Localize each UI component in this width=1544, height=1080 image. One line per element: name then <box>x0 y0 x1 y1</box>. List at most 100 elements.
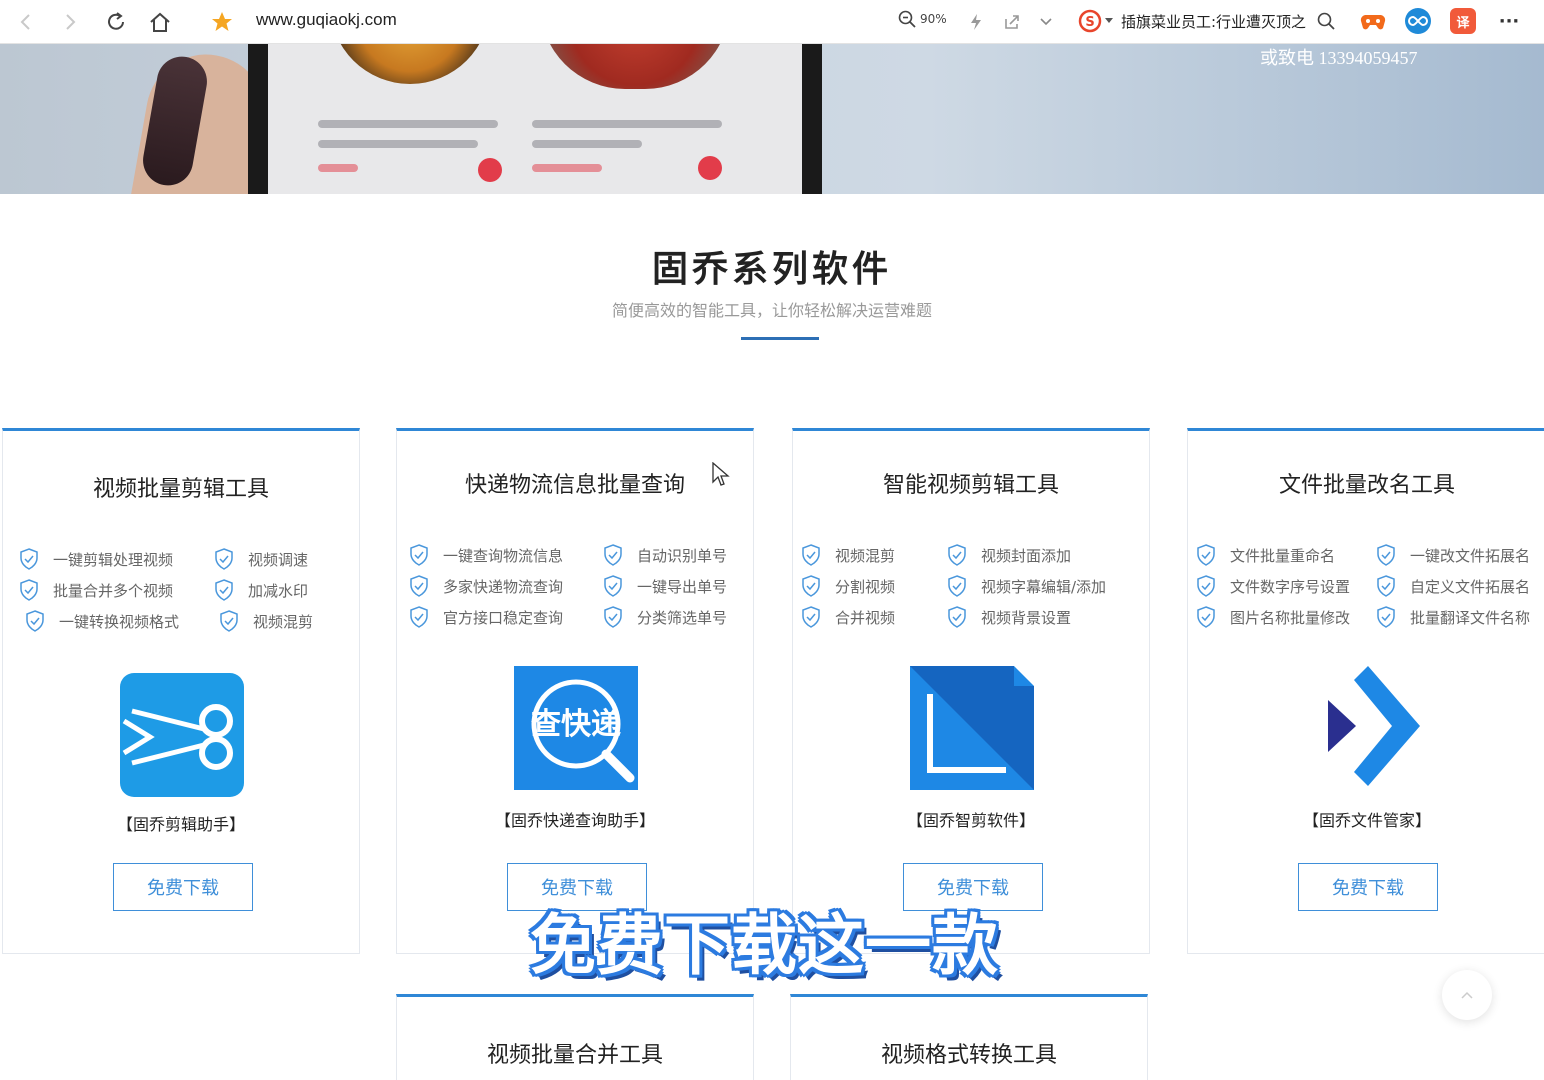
card-title: 视频批量合并工具 <box>486 1043 663 1068</box>
shield-check-icon <box>948 606 966 628</box>
search-icon[interactable] <box>1317 12 1335 30</box>
product-card-express-query: 快递物流信息批量查询 一键查询物流信息 多家快递物流查询 官方接口稳定查询 自动… <box>396 428 754 954</box>
feature-item: 一键剪辑处理视频 <box>19 548 173 570</box>
feature-item: 多家快递物流查询 <box>409 575 563 597</box>
chevron-up-icon <box>1461 991 1473 999</box>
forward-icon[interactable] <box>56 8 84 36</box>
address-bar[interactable]: www.guqiaokj.com <box>256 10 397 30</box>
infinity-extension-icon[interactable] <box>1405 8 1431 34</box>
section-title: 固乔系列软件 <box>651 249 892 290</box>
more-menu-icon[interactable]: ··· <box>1496 8 1522 34</box>
feature-item: 视频字幕编辑/添加 <box>947 575 1106 597</box>
home-icon[interactable] <box>146 8 174 36</box>
feature-item: 自动识别单号 <box>603 544 727 566</box>
feature-item: 自定义文件拓展名 <box>1376 575 1530 597</box>
shield-check-icon <box>1197 544 1215 566</box>
game-controller-icon[interactable] <box>1360 8 1386 34</box>
scissors-app-logo-icon <box>120 673 244 797</box>
feature-item: 分类筛选单号 <box>603 606 727 628</box>
shield-check-icon <box>604 606 622 628</box>
feature-item: 文件批量重命名 <box>1196 544 1335 566</box>
chevron-down-icon[interactable] <box>1032 8 1060 36</box>
feature-item: 图片名称批量修改 <box>1196 606 1350 628</box>
shield-check-icon <box>410 575 428 597</box>
feature-item: 批量合并多个视频 <box>19 579 173 601</box>
hero-banner: 或致电 13394059457 <box>0 44 1544 194</box>
shield-check-icon <box>604 544 622 566</box>
card-title: 视频批量剪辑工具 <box>92 477 269 502</box>
mouse-cursor-icon <box>712 461 730 492</box>
feature-item: 批量翻译文件名称 <box>1376 606 1530 628</box>
feature-item: 一键查询物流信息 <box>409 544 563 566</box>
shield-check-icon <box>604 575 622 597</box>
shield-check-icon <box>220 610 238 632</box>
shield-check-icon <box>948 544 966 566</box>
blurred-text <box>532 120 722 128</box>
product-card-video-batch-edit: 视频批量剪辑工具 一键剪辑处理视频 批量合并多个视频 一键转换视频格式 视频调速… <box>2 428 360 954</box>
browser-toolbar: www.guqiaokj.com 90% S 插旗菜业员工:行业遭灭顶之 译 ·… <box>0 0 1544 44</box>
svg-text:S: S <box>1085 15 1094 30</box>
shield-check-icon <box>1377 606 1395 628</box>
product-caption: 【固乔智剪软件】 <box>906 811 1035 830</box>
feature-item: 一键改文件拓展名 <box>1376 544 1530 566</box>
sogou-logo-icon: S <box>1078 9 1102 33</box>
file-manager-app-logo-icon <box>1306 666 1430 790</box>
download-button[interactable]: 免费下载 <box>1298 863 1438 911</box>
dropdown-arrow-icon <box>1105 18 1113 23</box>
back-icon[interactable] <box>12 8 40 36</box>
product-card-smart-video-edit: 智能视频剪辑工具 视频混剪 分割视频 合并视频 视频封面添加 视频字幕编辑/添加… <box>792 428 1150 954</box>
svg-text:查快递: 查快递 <box>531 707 621 742</box>
feature-item: 一键转换视频格式 <box>25 610 179 632</box>
section-subtitle: 简便高效的智能工具，让你轻松解决运营难题 <box>611 301 932 320</box>
shield-check-icon <box>948 575 966 597</box>
feature-item: 一键导出单号 <box>603 575 727 597</box>
bookmark-star-icon[interactable] <box>208 8 236 36</box>
reload-icon[interactable] <box>102 8 130 36</box>
shield-check-icon <box>802 575 820 597</box>
shield-check-icon <box>1197 575 1215 597</box>
add-cart-icon <box>478 158 502 182</box>
shield-check-icon <box>410 606 428 628</box>
product-card-video-convert: 视频格式转换工具 <box>790 994 1148 1080</box>
translate-icon[interactable]: 译 <box>1450 8 1476 34</box>
back-to-top-button[interactable] <box>1442 970 1492 1020</box>
feature-item: 加减水印 <box>214 579 308 601</box>
feature-item: 视频混剪 <box>219 610 313 632</box>
zoom-level: 90% <box>920 12 947 26</box>
card-title: 智能视频剪辑工具 <box>882 473 1059 498</box>
search-text: 插旗菜业员工:行业遭灭顶之 <box>1121 12 1307 31</box>
feature-item: 官方接口稳定查询 <box>409 606 563 628</box>
feature-item: 分割视频 <box>801 575 895 597</box>
zoom-icon <box>898 10 916 28</box>
card-title: 快递物流信息批量查询 <box>464 473 685 498</box>
shield-check-icon <box>1197 606 1215 628</box>
lightning-icon[interactable] <box>962 8 990 36</box>
feature-item: 视频调速 <box>214 548 308 570</box>
feature-item: 视频封面添加 <box>947 544 1071 566</box>
download-button[interactable]: 免费下载 <box>113 863 253 911</box>
card-title: 文件批量改名工具 <box>1278 473 1455 498</box>
shield-check-icon <box>410 544 428 566</box>
product-caption: 【固乔剪辑助手】 <box>116 815 245 834</box>
feature-item: 视频背景设置 <box>947 606 1071 628</box>
sogou-search-box[interactable]: S 插旗菜业员工:行业遭灭顶之 <box>1078 6 1348 36</box>
product-card-video-merge: 视频批量合并工具 <box>396 994 754 1080</box>
smart-edit-app-logo-icon <box>910 666 1034 790</box>
add-cart-icon <box>698 156 722 180</box>
shield-check-icon <box>215 548 233 570</box>
product-caption: 【固乔文件管家】 <box>1302 811 1431 830</box>
blurred-text <box>532 140 642 148</box>
contact-phone-text: 或致电 13394059457 <box>1260 48 1418 68</box>
shield-check-icon <box>1377 575 1395 597</box>
feature-item: 合并视频 <box>801 606 895 628</box>
blurred-price <box>318 164 358 172</box>
video-overlay-caption: 免费下载这一款 <box>530 907 999 984</box>
shield-check-icon <box>215 579 233 601</box>
shield-check-icon <box>1377 544 1395 566</box>
shield-check-icon <box>802 606 820 628</box>
zoom-indicator[interactable]: 90% <box>898 10 947 28</box>
card-title: 视频格式转换工具 <box>880 1043 1057 1068</box>
shield-check-icon <box>20 579 38 601</box>
share-icon[interactable] <box>998 8 1026 36</box>
section-divider <box>741 337 819 340</box>
